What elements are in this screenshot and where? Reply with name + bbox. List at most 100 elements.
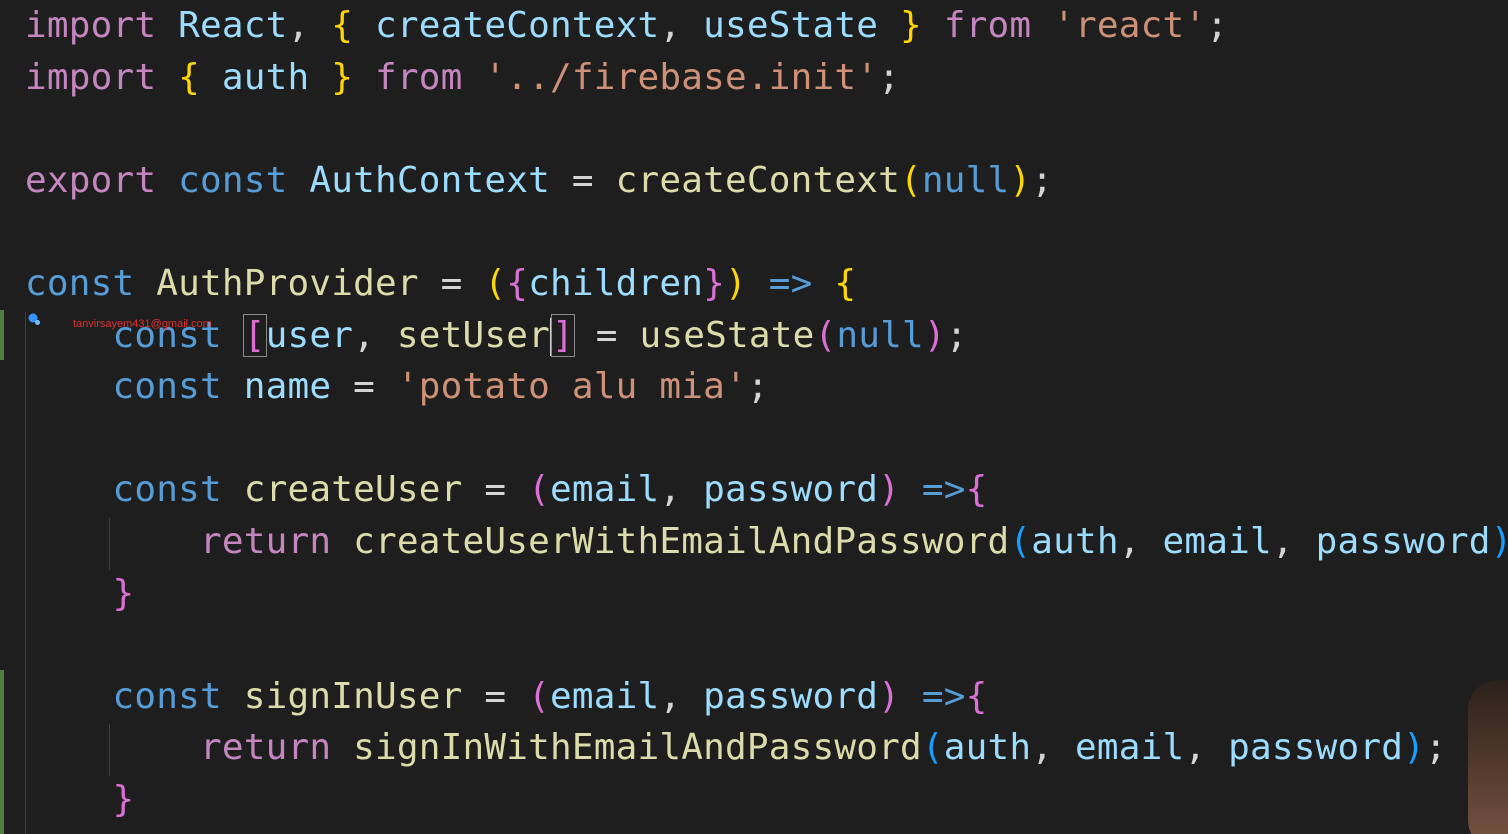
code-token: ,	[1118, 521, 1163, 562]
lightbulb-icon[interactable]	[27, 312, 41, 326]
code-token: from	[375, 56, 463, 98]
code-token: =	[331, 366, 397, 408]
code-token: signInUser	[243, 675, 463, 717]
code-token: }	[331, 56, 354, 98]
code-line[interactable]: import React, { createContext, useState …	[25, 0, 1228, 52]
code-token: (	[900, 159, 922, 201]
code-token: createContext	[615, 159, 900, 201]
code-token: createUserWithEmailAndPassword	[353, 521, 1010, 562]
code-token: ;	[1206, 5, 1229, 46]
code-token: ;	[1031, 159, 1054, 201]
code-token: (	[1009, 521, 1032, 562]
code-token: =	[573, 314, 640, 356]
code-token: [	[242, 313, 267, 357]
code-token: password	[1315, 521, 1491, 562]
code-token: useState	[703, 5, 879, 46]
code-line[interactable]: return signInWithEmailAndPassword(auth, …	[25, 722, 1447, 774]
code-token: )	[878, 675, 900, 717]
code-token: React	[178, 5, 288, 46]
code-line[interactable]: }	[25, 774, 135, 826]
code-token: )	[878, 469, 900, 511]
code-token: }	[112, 779, 135, 820]
code-token: =>	[921, 469, 966, 511]
code-line[interactable]: import { auth } from '../firebase.init';	[25, 52, 900, 104]
code-token: password	[703, 469, 879, 511]
code-token: ]	[551, 313, 575, 357]
code-token: name	[243, 366, 332, 408]
code-token: ,	[353, 314, 397, 356]
code-line[interactable]: const signInUser = (email, password) =>{	[25, 671, 988, 723]
code-token: (	[484, 263, 507, 304]
code-token: import	[25, 56, 157, 98]
code-line[interactable]: }	[25, 568, 135, 620]
code-token: setUser	[396, 314, 550, 356]
code-token: (	[528, 675, 550, 717]
code-line[interactable]: const AuthProvider = ({children}) => {	[25, 258, 856, 310]
code-token: createContext	[375, 5, 660, 46]
code-token: AuthContext	[309, 159, 550, 201]
code-token: children	[528, 263, 704, 304]
code-token: ,	[659, 675, 704, 717]
code-token: )	[1491, 521, 1508, 562]
code-token: (	[528, 469, 550, 511]
code-token: {	[178, 56, 200, 98]
code-token: const	[25, 263, 135, 304]
code-token: ,	[659, 469, 704, 511]
code-line[interactable]: const createUser = (email, password) =>{	[25, 464, 988, 516]
code-token: ,	[1184, 727, 1229, 769]
code-token: password	[703, 675, 879, 717]
code-token: null	[921, 159, 1010, 201]
code-token: 'potato alu mia'	[396, 366, 747, 408]
code-token: email	[550, 675, 660, 717]
code-token: ,	[659, 5, 704, 46]
code-token: email	[550, 469, 660, 511]
code-token: signInWithEmailAndPassword	[353, 727, 922, 769]
code-token: email	[1074, 727, 1185, 769]
code-token: {	[965, 469, 988, 511]
code-token: createUser	[243, 469, 463, 511]
code-editor[interactable]: import React, { createContext, useState …	[0, 0, 1508, 834]
code-token: )	[1403, 727, 1425, 769]
gutter-modified-marker	[0, 670, 4, 834]
watermark-email: tanvirsayem431@gmail.com	[73, 318, 212, 330]
code-token: const	[178, 159, 288, 201]
code-token: email	[1162, 521, 1272, 562]
code-token: import	[25, 5, 157, 46]
code-token: )	[923, 314, 946, 356]
code-token: const	[112, 675, 222, 717]
code-token: (	[814, 314, 837, 356]
code-line[interactable]: export const AuthContext = createContext…	[25, 155, 1053, 207]
code-token: {	[331, 5, 354, 46]
gutter-modified-marker	[0, 310, 4, 360]
code-token: AuthProvider	[156, 263, 419, 304]
code-token: ;	[878, 56, 900, 98]
code-token: }	[112, 572, 135, 614]
code-token: =	[462, 675, 529, 717]
code-token: =	[550, 159, 616, 201]
code-token: (	[921, 727, 944, 769]
code-token: auth	[221, 56, 310, 98]
code-line[interactable]: return createUserWithEmailAndPassword(au…	[25, 516, 1508, 568]
code-line[interactable]: const name = 'potato alu mia';	[25, 361, 769, 413]
